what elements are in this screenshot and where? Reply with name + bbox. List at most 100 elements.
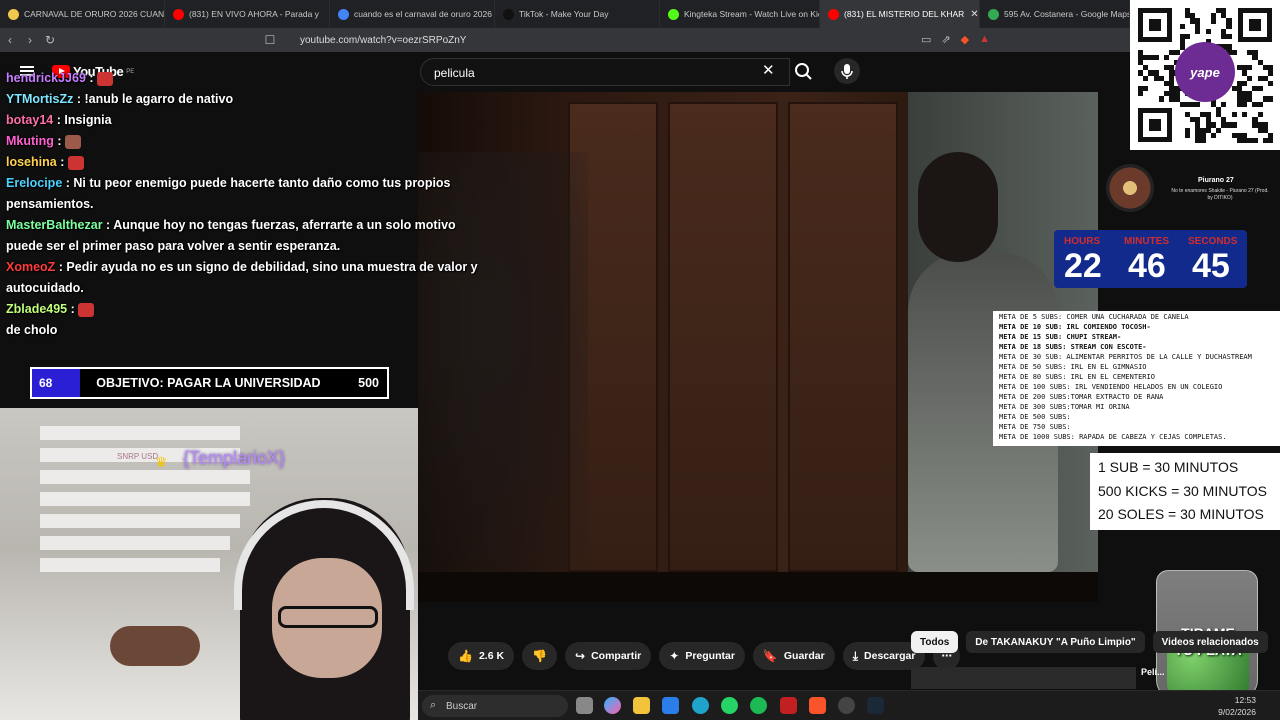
tts-label: SNRP USD [117, 452, 159, 461]
spotify-icon[interactable] [750, 697, 767, 714]
brave-icon[interactable] [809, 697, 826, 714]
clear-search-icon[interactable]: ✕ [762, 61, 775, 79]
microphone-icon[interactable] [834, 58, 860, 84]
related-chips: Todos De TAKANAKUY "A Puño Limpio" Videos … [911, 631, 1268, 653]
file-explorer-icon[interactable] [633, 697, 650, 714]
qr-finder [1138, 108, 1172, 142]
chat-username[interactable]: YTMortisZz [6, 92, 73, 106]
rewards-icon[interactable]: ▲ [979, 33, 990, 46]
obs-icon[interactable] [838, 697, 855, 714]
browser-tab[interactable]: cuando es el carnaval de oruro 2026 [330, 0, 495, 28]
qr-module [1242, 80, 1248, 86]
qr-module [1210, 13, 1216, 19]
tab-title: (831) EL MISTERIO DEL KHAR [844, 9, 965, 19]
chat-username[interactable]: botay14 [6, 113, 53, 127]
steam-icon[interactable] [867, 697, 884, 714]
save-button[interactable]: 🔖 Guardar [752, 642, 835, 670]
video-actions: 👍 2.6 K 👎 ↪ Compartir ✦ Preguntar 🔖 Guardar ⤓ Desc… [448, 642, 960, 670]
qr-module [1242, 70, 1248, 76]
chat-separator: : [85, 71, 98, 85]
chat-username[interactable]: Erelocipe [6, 176, 62, 190]
qr-module [1190, 13, 1196, 19]
chat-username[interactable]: MasterBalthezar [6, 218, 103, 232]
ask-button[interactable]: ✦ Preguntar [659, 642, 745, 670]
browser-tab[interactable]: (831) EN VIVO AHORA - Parada y [165, 0, 330, 28]
qr-module [1257, 75, 1263, 81]
window-blind [40, 470, 250, 484]
share-button[interactable]: ↪ Compartir [565, 642, 652, 670]
chat-username[interactable]: Mkuting [6, 134, 54, 148]
qr-module [1200, 112, 1206, 118]
qr-module [1169, 49, 1175, 55]
qr-module [1242, 65, 1248, 71]
edge-icon[interactable] [692, 697, 709, 714]
qr-module [1252, 54, 1258, 60]
qr-module [1195, 28, 1201, 34]
goal-target: 500 [358, 376, 379, 390]
filter-chip[interactable]: Videos relacionados [1152, 631, 1268, 653]
filter-chip[interactable]: Todos [911, 631, 959, 653]
chat-text: Ni tu peor enemigo puede hacerte tanto d… [6, 176, 451, 211]
browser-tab[interactable]: 595 Av. Costanera - Google Maps [980, 0, 1130, 28]
tab-favicon-icon [338, 8, 349, 20]
action-label: Compartir [591, 650, 642, 662]
reload-icon[interactable]: ↻ [40, 33, 60, 47]
qr-module [1169, 91, 1175, 97]
donation-goal-bar: 68 OBJETIVO: PAGAR LA UNIVERSIDAD 500 [30, 367, 389, 399]
qr-module [1195, 132, 1201, 138]
qr-module [1257, 122, 1263, 128]
filter-chip[interactable]: De TAKANAKUY "A Puño Limpio" [966, 631, 1145, 653]
whatsapp-icon[interactable] [721, 697, 738, 714]
related-video-title[interactable]: Peli... [1141, 667, 1165, 677]
copilot-icon[interactable] [604, 697, 621, 714]
qr-module [1148, 70, 1154, 76]
bookmark-icon[interactable]: ☐ [260, 33, 280, 47]
browser-tab[interactable]: TikTok - Make Your Day [495, 0, 660, 28]
chat-username[interactable]: losehina [6, 155, 57, 169]
cast-icon[interactable]: ▭ [921, 33, 931, 46]
qr-module [1236, 80, 1242, 86]
back-icon[interactable]: ‹ [0, 33, 20, 47]
taskbar-search[interactable]: ⌕ Buscar [422, 695, 568, 717]
dislike-button[interactable]: 👎 [522, 642, 558, 670]
task-view-icon[interactable] [576, 697, 593, 714]
like-button[interactable]: 👍 2.6 K [448, 642, 515, 670]
qr-module [1184, 127, 1190, 133]
qr-module [1190, 117, 1196, 123]
qr-module [1262, 96, 1268, 102]
emote-icon [78, 302, 95, 317]
browser-tab[interactable]: (831) EL MISTERIO DEL KHAR ✕ [820, 0, 980, 28]
video-door-center [668, 102, 778, 572]
chat-message: YTMortisZz : !anub le agarro de nativo [0, 89, 490, 110]
subathon-timer: HOURS MINUTES SECONDS 22 46 45 [1054, 230, 1247, 288]
browser-tab[interactable]: Kingteka Stream - Watch Live on Kick [660, 0, 820, 28]
close-tab-icon[interactable]: ✕ [970, 9, 978, 20]
window-blind [40, 536, 230, 550]
url-field[interactable]: youtube.com/watch?v=oezrSRPoZnY [300, 35, 466, 46]
search-icon[interactable] [790, 58, 818, 86]
chat-message: Erelocipe : Ni tu peor enemigo puede hac… [0, 173, 490, 215]
video-door-right [788, 102, 898, 572]
song-subtitle: No te enamores Shakite - Piurano 27 (Pro… [1171, 188, 1269, 201]
qr-module [1268, 96, 1274, 102]
qr-module [1195, 122, 1201, 128]
browser-tab[interactable]: CARNAVAL DE ORURO 2026 CUANDO [0, 0, 165, 28]
qr-module [1226, 122, 1232, 128]
store-icon[interactable] [662, 697, 679, 714]
action-label: Guardar [783, 650, 825, 662]
app-icon[interactable] [780, 697, 797, 714]
chat-text: de cholo [6, 323, 58, 337]
chat-username[interactable]: Zblade495 [6, 302, 67, 316]
brave-shield-icon[interactable]: ◆ [961, 33, 969, 46]
qr-module [1268, 132, 1274, 138]
qr-module [1231, 122, 1237, 128]
chat-separator: : [56, 155, 68, 169]
related-video-thumbnail[interactable] [911, 667, 1136, 689]
chat-username[interactable]: XomeoZ [6, 260, 55, 274]
chat-username[interactable]: hendrickJJ69 [6, 71, 86, 85]
forward-icon[interactable]: › [20, 33, 40, 47]
like-icon: 👍 [458, 649, 473, 663]
share-page-icon[interactable]: ⇗ [941, 33, 950, 46]
streamer-webcam: SNRP USD ♛ {TemplarioX} [0, 408, 418, 720]
system-clock[interactable]: 12:53 9/02/2026 [1218, 694, 1256, 718]
